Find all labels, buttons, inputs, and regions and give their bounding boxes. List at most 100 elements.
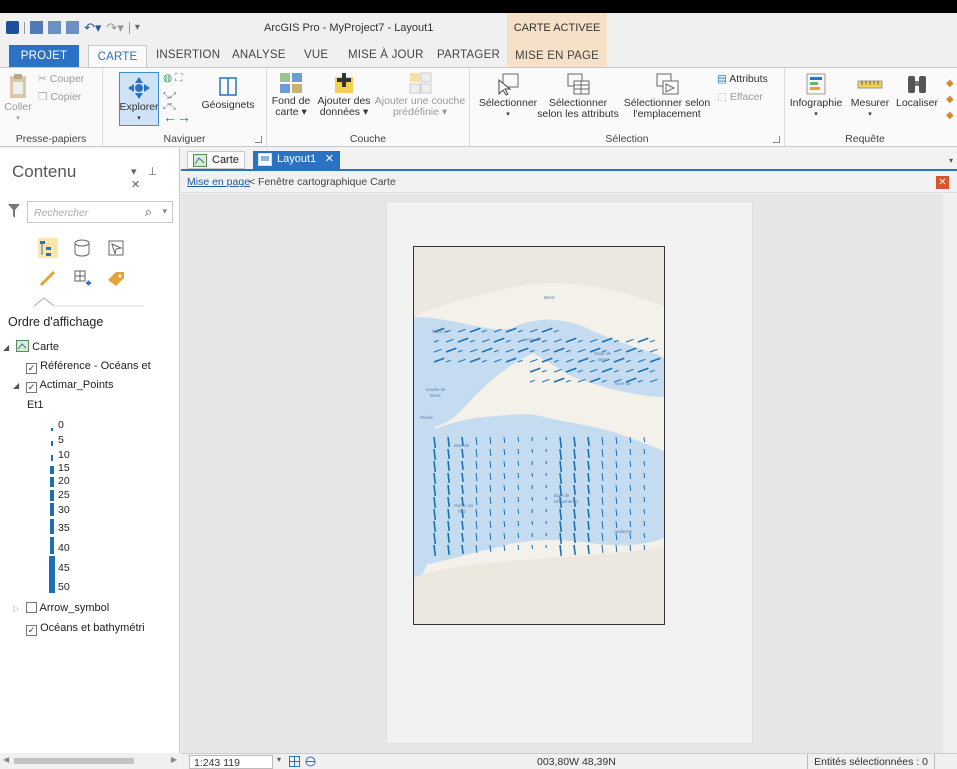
group-launcher-icon[interactable]	[255, 136, 262, 143]
drawing-order-icon[interactable]	[38, 238, 58, 258]
legend-arrow-icon	[49, 502, 55, 516]
expand-icon[interactable]: ◢	[13, 381, 23, 390]
coller-label: Coller	[4, 101, 32, 113]
mesurer-button[interactable]: Mesurer ▾	[845, 72, 895, 120]
coller-button[interactable]: Coller ▾	[3, 72, 33, 124]
tree-row-oceans[interactable]: ✓ Océans et bathymétri	[26, 622, 145, 636]
overflow-icons[interactable]: ◆ ◆ ◆	[946, 76, 954, 124]
reference-checkbox[interactable]: ✓	[26, 363, 37, 374]
scale-dropdown-icon[interactable]: ▾	[277, 755, 281, 764]
ribbon-tabs: PROJET CARTE INSERTION ANALYSE VUE MISE …	[0, 45, 957, 68]
search-dropdown-icon[interactable]: ▾	[162, 206, 167, 217]
tab-mise-en-page[interactable]: MISE EN PAGE	[507, 45, 607, 67]
infographie-label: Infographie	[789, 97, 843, 109]
scale-input[interactable]: 1:243 119	[189, 755, 273, 769]
customize-qat-icon[interactable]: ▾	[135, 21, 140, 34]
current-arrow	[587, 544, 590, 554]
explorer-button[interactable]: Explorer ▾	[119, 76, 159, 124]
tab-partager[interactable]: PARTAGER	[437, 49, 500, 61]
tree-row-arrow-symbol[interactable]: ▷ Arrow_symbol	[13, 602, 109, 614]
sel-emplacement-button[interactable]: Sélectionner selon l'emplacement	[620, 72, 714, 120]
geosignets-button[interactable]: Géosignets	[199, 74, 257, 111]
collapse-icon[interactable]: ▷	[13, 604, 23, 613]
tab-carte[interactable]: CARTE	[88, 45, 147, 68]
arrow-symbol-checkbox[interactable]	[26, 602, 38, 613]
undo-icon[interactable]: ↶▾	[84, 21, 101, 34]
tab-analyse[interactable]: ANALYSE	[232, 49, 286, 61]
labeling-view-icon[interactable]	[106, 268, 126, 288]
attributs-button[interactable]: ▤ Attributs	[717, 74, 768, 85]
current-arrow	[461, 544, 464, 554]
infographie-button[interactable]: Infographie ▾	[787, 72, 845, 120]
view-chevron-icon[interactable]	[34, 296, 144, 308]
group-naviguer: Explorer ▾ ◍ ⛶ ⤡⤢ ⤢⤡ ←→ Géosignets Navigu…	[103, 68, 267, 147]
current-arrow	[531, 460, 533, 466]
tree-row-actimar[interactable]: ◢ ✓ Actimar_Points	[13, 379, 114, 393]
selection-view-icon[interactable]	[106, 238, 126, 258]
current-arrow	[503, 496, 506, 504]
copier-button[interactable]: ❐ Copier	[38, 92, 81, 103]
group-launcher-icon[interactable]	[773, 136, 780, 143]
current-arrow	[531, 544, 533, 550]
current-arrow	[629, 520, 632, 528]
ajouter-couche-predefinie-button[interactable]: Ajouter une couche prédéfinie ▾	[372, 72, 468, 118]
redo-icon[interactable]: ↷▾	[106, 21, 123, 34]
arcgis-app-icon[interactable]	[6, 21, 19, 34]
sel-attributs-button[interactable]: Sélectionner selon les attributs	[536, 72, 620, 120]
map-label-rade2: Brest	[598, 357, 609, 362]
zoom-full-icon[interactable]: ⛶	[175, 72, 182, 84]
tree-row-reference[interactable]: ✓ Référence - Océans et	[26, 360, 151, 374]
oceans-checkbox[interactable]: ✓	[26, 625, 37, 636]
breadcrumb-link-mise-en-page[interactable]: Mise en page	[187, 176, 250, 188]
legend-class-50: 50	[58, 581, 70, 593]
snapping-view-icon[interactable]	[72, 268, 92, 288]
editing-view-icon[interactable]	[38, 268, 58, 288]
close-activation-icon[interactable]: ✕	[936, 176, 949, 189]
reference-label: Référence - Océans et	[40, 360, 151, 372]
save-project-icon[interactable]	[66, 21, 79, 34]
actimar-checkbox[interactable]: ✓	[26, 382, 38, 393]
close-tab-icon[interactable]: ✕	[325, 152, 334, 165]
globe-icon[interactable]: ◍	[163, 72, 172, 84]
doc-tab-layout[interactable]: Layout1 ✕	[253, 151, 340, 169]
map-label-l_raz: Raz	[458, 509, 467, 514]
tab-list-dropdown-icon[interactable]: ▾	[949, 156, 953, 165]
back-forward-icon[interactable]: ←→	[163, 110, 191, 124]
tab-vue[interactable]: VUE	[304, 49, 328, 61]
map-frame[interactable]: Brest Pays de Anse de Goulet de Brest Rade de…	[413, 246, 665, 625]
map-view[interactable]: BrestPays deAnse deGoulet deBrestRade de…	[414, 247, 665, 625]
scroll-right-icon[interactable]: ▶	[171, 755, 177, 764]
doc-tab-carte[interactable]: Carte	[187, 151, 245, 169]
coordinate-system-icon[interactable]	[305, 756, 316, 767]
tab-mise-a-jour[interactable]: MISE À JOUR	[348, 49, 424, 61]
data-source-icon[interactable]	[72, 238, 92, 258]
selectionner-button[interactable]: Sélectionner ▾	[476, 72, 540, 120]
canvas-vertical-scrollbar[interactable]	[943, 194, 957, 753]
tab-insertion[interactable]: INSERTION	[156, 49, 220, 61]
filter-icon[interactable]	[8, 204, 20, 218]
new-project-icon[interactable]	[30, 21, 43, 34]
current-arrow	[587, 436, 590, 446]
localiser-button[interactable]: Localiser	[893, 72, 941, 109]
scroll-left-icon[interactable]: ◀	[3, 755, 9, 764]
tree-row-map[interactable]: ◢ Carte	[3, 340, 59, 353]
grid-icon[interactable]	[289, 756, 300, 767]
contents-horizontal-scrollbar[interactable]: ◀ ▶	[0, 753, 180, 769]
search-icon[interactable]: ⌕	[145, 204, 152, 220]
effacer-button[interactable]: ⬚ Effacer	[717, 92, 763, 103]
ajouter-donnees-button[interactable]: Ajouter des données ▾	[314, 72, 374, 118]
tab-projet[interactable]: PROJET	[9, 45, 79, 67]
selected-features-count[interactable]: Entités sélectionnées : 0	[807, 754, 935, 769]
current-arrow	[517, 520, 520, 527]
expand-icon[interactable]: ◢	[3, 343, 13, 352]
layout-breadcrumb: Mise en page < Fenêtre cartographique Ca…	[181, 173, 957, 193]
pane-controls[interactable]: ▾ ⊥ ✕	[131, 165, 179, 191]
couper-button[interactable]: ✂ Couper	[38, 74, 84, 85]
fond-de-carte-button[interactable]: Fond de carte ▾	[267, 72, 315, 118]
scrollbar-thumb[interactable]	[14, 758, 134, 764]
open-project-icon[interactable]	[48, 21, 61, 34]
search-box[interactable]: Rechercher ⌕ ▾	[27, 201, 173, 223]
explore-icon	[128, 77, 150, 99]
contents-pane: Contenu ▾ ⊥ ✕ Rechercher ⌕ ▾ Ordre d'aff…	[0, 148, 180, 753]
layout-canvas[interactable]: Brest Pays de Anse de Goulet de Brest Rade de…	[181, 194, 957, 753]
